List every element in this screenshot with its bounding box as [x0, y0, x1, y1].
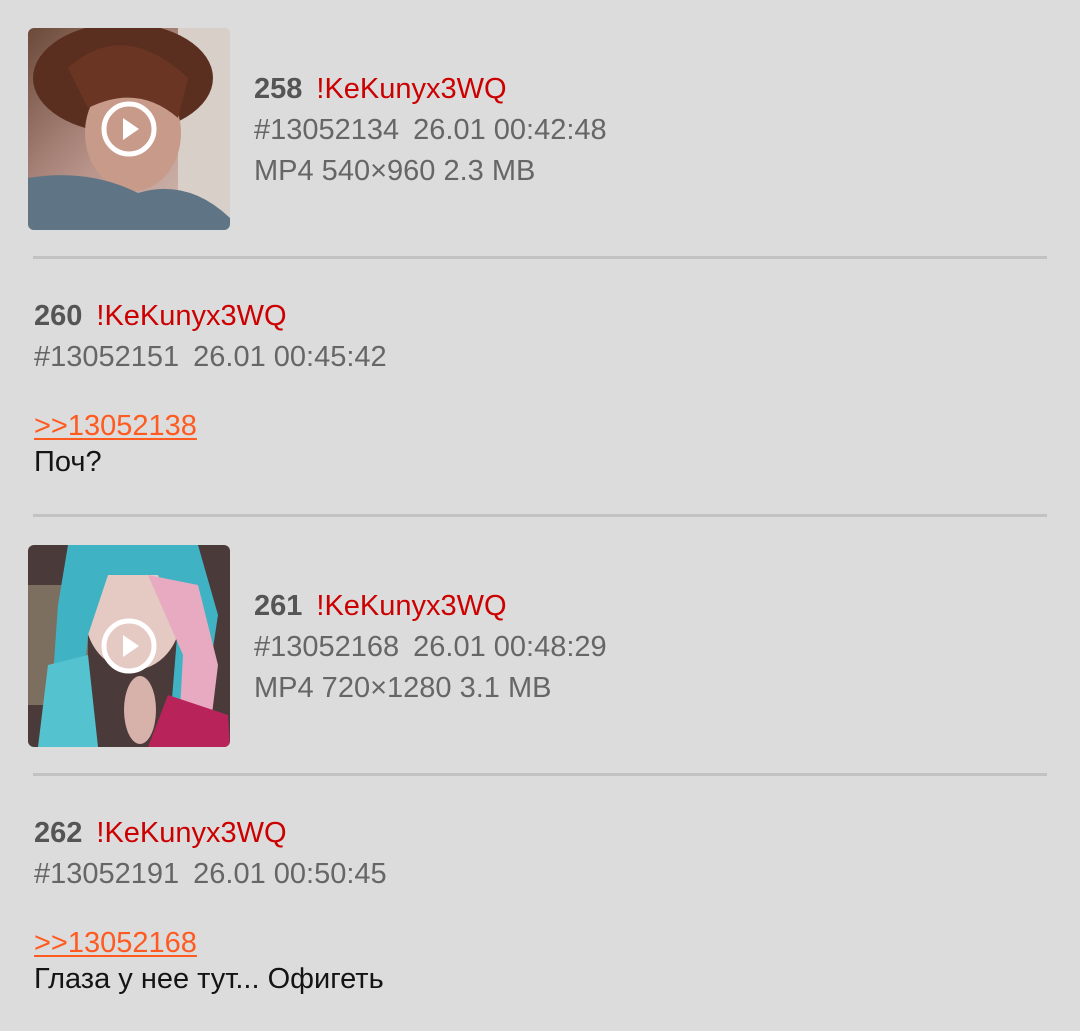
post-author: !KeKunyx3WQ — [316, 590, 507, 622]
post-number[interactable]: 258 — [254, 73, 302, 105]
file-info: MP4 540×960 2.3 MB — [254, 155, 536, 187]
play-icon — [101, 618, 157, 674]
post-meta: #13052151 26.01 00:45:42 — [34, 339, 387, 375]
post-datetime: 26.01 00:45:42 — [193, 341, 387, 373]
reply-link[interactable]: >>13052138 — [34, 408, 197, 444]
post-header: 260 !KeKunyx3WQ — [34, 298, 287, 334]
post-number[interactable]: 260 — [34, 300, 82, 332]
post-meta: #13052134 26.01 00:42:48 — [254, 112, 607, 148]
post-divider — [33, 256, 1047, 259]
post-meta: #13052168 26.01 00:48:29 — [254, 629, 607, 665]
post-author: !KeKunyx3WQ — [96, 300, 287, 332]
post-text: Глаза у нее тут... Офигеть — [34, 963, 384, 995]
post-id: #13052134 — [254, 114, 400, 146]
video-thumbnail[interactable] — [28, 28, 230, 230]
post-author: !KeKunyx3WQ — [316, 73, 507, 105]
post-datetime: 26.01 00:48:29 — [413, 631, 607, 663]
post-number[interactable]: 261 — [254, 590, 302, 622]
post-author: !KeKunyx3WQ — [96, 817, 287, 849]
post-id: #13052191 — [34, 858, 180, 890]
post-number[interactable]: 262 — [34, 817, 82, 849]
post-datetime: 26.01 00:50:45 — [193, 858, 387, 890]
post-text: Поч? — [34, 446, 102, 478]
file-info: MP4 720×1280 3.1 MB — [254, 672, 552, 704]
post-meta: #13052191 26.01 00:50:45 — [34, 856, 387, 892]
video-thumbnail[interactable] — [28, 545, 230, 747]
post-divider — [33, 514, 1047, 517]
post-id: #13052168 — [254, 631, 400, 663]
post-header: 258 !KeKunyx3WQ — [254, 71, 507, 107]
reply-link[interactable]: >>13052168 — [34, 925, 197, 961]
post-divider — [33, 773, 1047, 776]
post-header: 261 !KeKunyx3WQ — [254, 588, 507, 624]
post-header: 262 !KeKunyx3WQ — [34, 815, 287, 851]
play-icon — [101, 101, 157, 157]
post-datetime: 26.01 00:42:48 — [413, 114, 607, 146]
post-id: #13052151 — [34, 341, 180, 373]
